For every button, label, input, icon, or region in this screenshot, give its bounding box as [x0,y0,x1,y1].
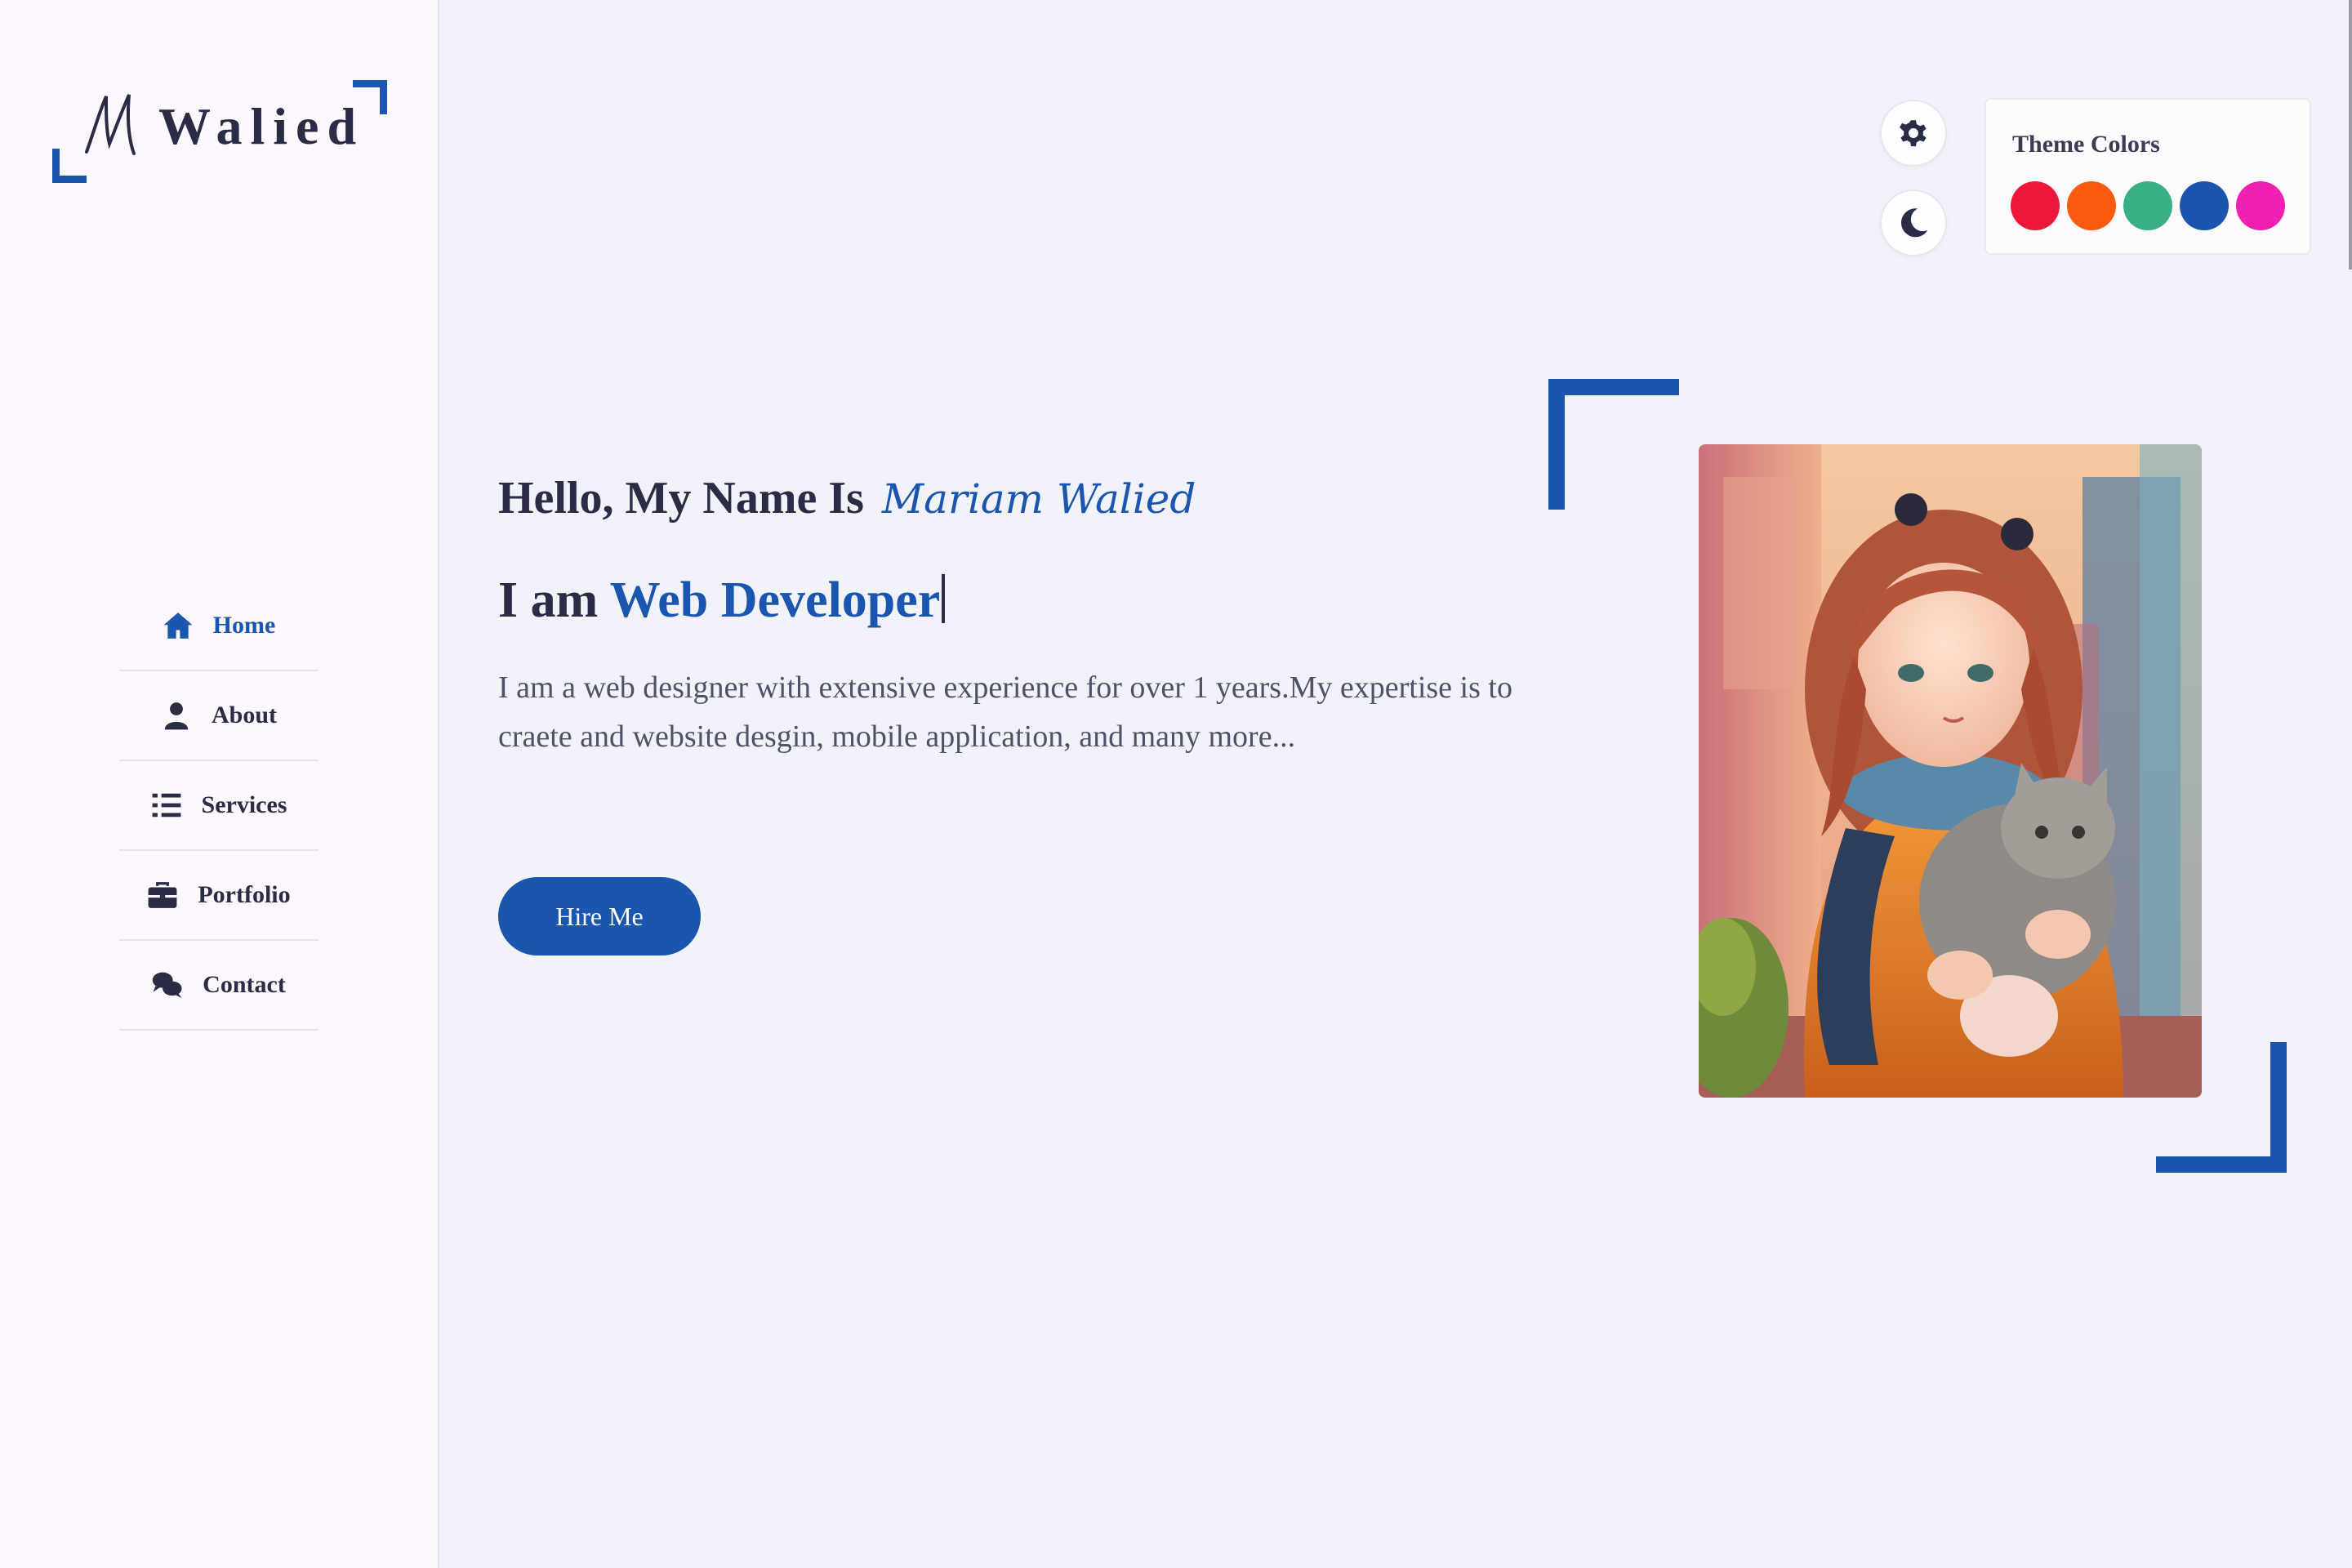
color-swatch-red[interactable] [2011,181,2060,230]
logo-mark-icon [85,94,136,155]
settings-button[interactable] [1880,100,1947,167]
hero-name: Mariam Walied [881,475,1196,523]
briefcase-icon [148,882,177,908]
nav-item-home[interactable]: Home [119,581,318,671]
color-swatch-green[interactable] [2123,181,2172,230]
greeting-text: Hello, My Name Is [498,473,864,523]
theme-colors-panel: Theme Colors [1984,98,2311,255]
home-icon [163,612,193,639]
logo-name: Walied [158,97,365,155]
logo[interactable]: Walied [51,75,392,185]
color-swatch-blue[interactable] [2180,181,2229,230]
nav-item-contact[interactable]: Contact [119,941,318,1031]
nav-item-about[interactable]: About [119,671,318,761]
chat-icon [152,972,182,999]
theme-colors-title: Theme Colors [2012,131,2160,158]
user-icon [164,702,189,730]
nav-item-label: Contact [203,971,286,998]
profile-portrait-image [1699,444,2202,1098]
role-title: Web Developer [609,572,941,628]
nav-item-services[interactable]: Services [119,761,318,851]
moon-icon [1900,208,1928,238]
nav-item-label: About [211,702,278,728]
nav-item-label: Portfolio [198,881,291,908]
nav-item-label: Services [201,791,287,818]
list-icon [152,793,180,817]
theme-swatches [2011,181,2285,230]
main-nav: Home About Services Portfolio Contact [119,581,318,1031]
hero-role: I am Web Developer [498,572,946,630]
hire-me-button[interactable]: Hire Me [498,877,701,956]
nav-item-label: Home [212,612,276,639]
typing-caret [942,574,946,623]
portrait-frame-top-left [1548,379,1679,510]
color-swatch-orange[interactable] [2067,181,2116,230]
hero-greeting: Hello, My Name Is Mariam Walied [498,472,1196,524]
scrollbar-thumb[interactable] [2349,0,2352,270]
color-swatch-pink[interactable] [2236,181,2285,230]
role-prefix: I am [498,572,599,628]
gear-icon [1900,120,1927,147]
sidebar: Walied Home About Services Portfolio Con… [0,0,439,1568]
hero-description: I am a web designer with extensive exper… [498,670,1512,754]
dark-mode-toggle[interactable] [1880,189,1947,256]
nav-item-portfolio[interactable]: Portfolio [119,851,318,941]
